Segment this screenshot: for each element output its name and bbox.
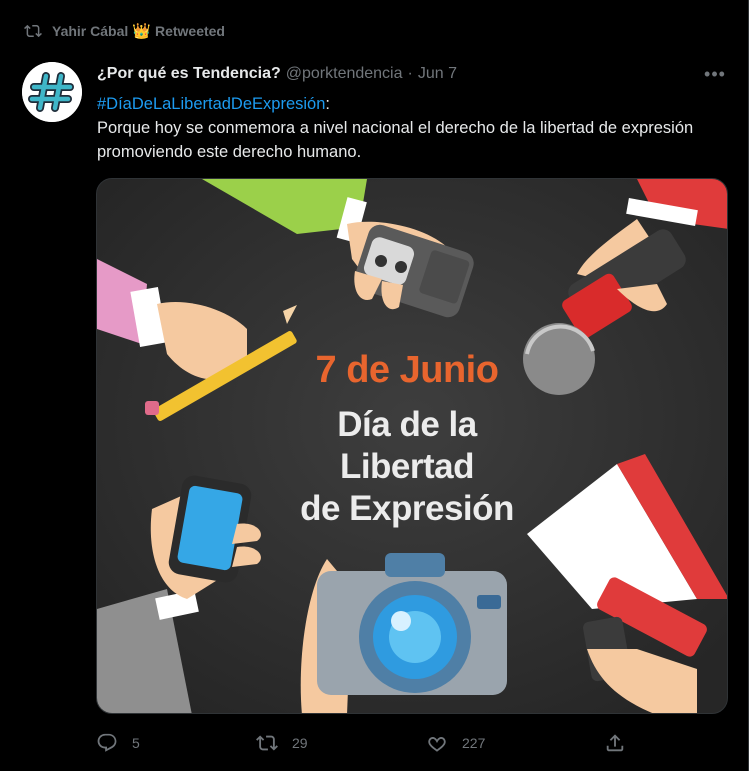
- separator-dot: ·: [407, 65, 413, 82]
- reply-icon: [97, 733, 117, 752]
- hashtag-logo-icon: [22, 62, 82, 122]
- retweeted-label: Retweeted: [154, 23, 225, 39]
- reply-count: 5: [132, 735, 140, 751]
- retweeter-name[interactable]: Yahir Cábal: [52, 23, 128, 39]
- retweet-count: 29: [292, 735, 308, 751]
- poster-title-line3: de Expresión: [300, 489, 514, 528]
- reply-button[interactable]: 5: [96, 728, 140, 758]
- retweet-icon: [256, 735, 278, 751]
- tweet-text: #DíaDeLaLibertadDeExpresión: Porque hoy …: [97, 92, 717, 164]
- poster-title-line2: Libertad: [339, 447, 475, 486]
- tweet-actions: 5 29 227: [96, 728, 636, 758]
- tweet[interactable]: Yahir Cábal 👑 Retweeted ¿Por qué es Tend…: [0, 0, 749, 771]
- like-button[interactable]: 227: [426, 728, 485, 758]
- avatar[interactable]: [22, 62, 82, 122]
- author-name[interactable]: ¿Por qué es Tendencia?: [97, 65, 281, 83]
- poster-date: 7 de Junio: [315, 349, 499, 391]
- retweet-context: Yahir Cábal 👑 Retweeted: [24, 20, 225, 42]
- retweet-icon: [24, 24, 42, 38]
- author-handle[interactable]: @porktendencia: [286, 65, 403, 83]
- tweet-header: ¿Por qué es Tendencia? @porktendencia · …: [97, 63, 457, 85]
- retweet-button[interactable]: 29: [256, 728, 308, 758]
- poster-title-line1: Día de la: [337, 405, 477, 444]
- like-count: 227: [462, 735, 486, 751]
- share-icon: [606, 734, 624, 752]
- hashtag-suffix: :: [325, 95, 330, 113]
- tweet-body: Porque hoy se conmemora a nivel nacional…: [97, 119, 694, 161]
- camera-hand-icon: [300, 553, 507, 713]
- hashtag-link[interactable]: #DíaDeLaLibertadDeExpresión: [97, 95, 325, 113]
- heart-icon: [428, 737, 446, 752]
- more-options-icon[interactable]: •••: [702, 64, 728, 84]
- tweet-image[interactable]: 7 de Junio Día de la Libertad de Expresi…: [96, 178, 728, 714]
- tweet-date[interactable]: Jun 7: [418, 65, 457, 83]
- crown-badge: 👑: [132, 23, 151, 40]
- share-button[interactable]: [604, 728, 640, 758]
